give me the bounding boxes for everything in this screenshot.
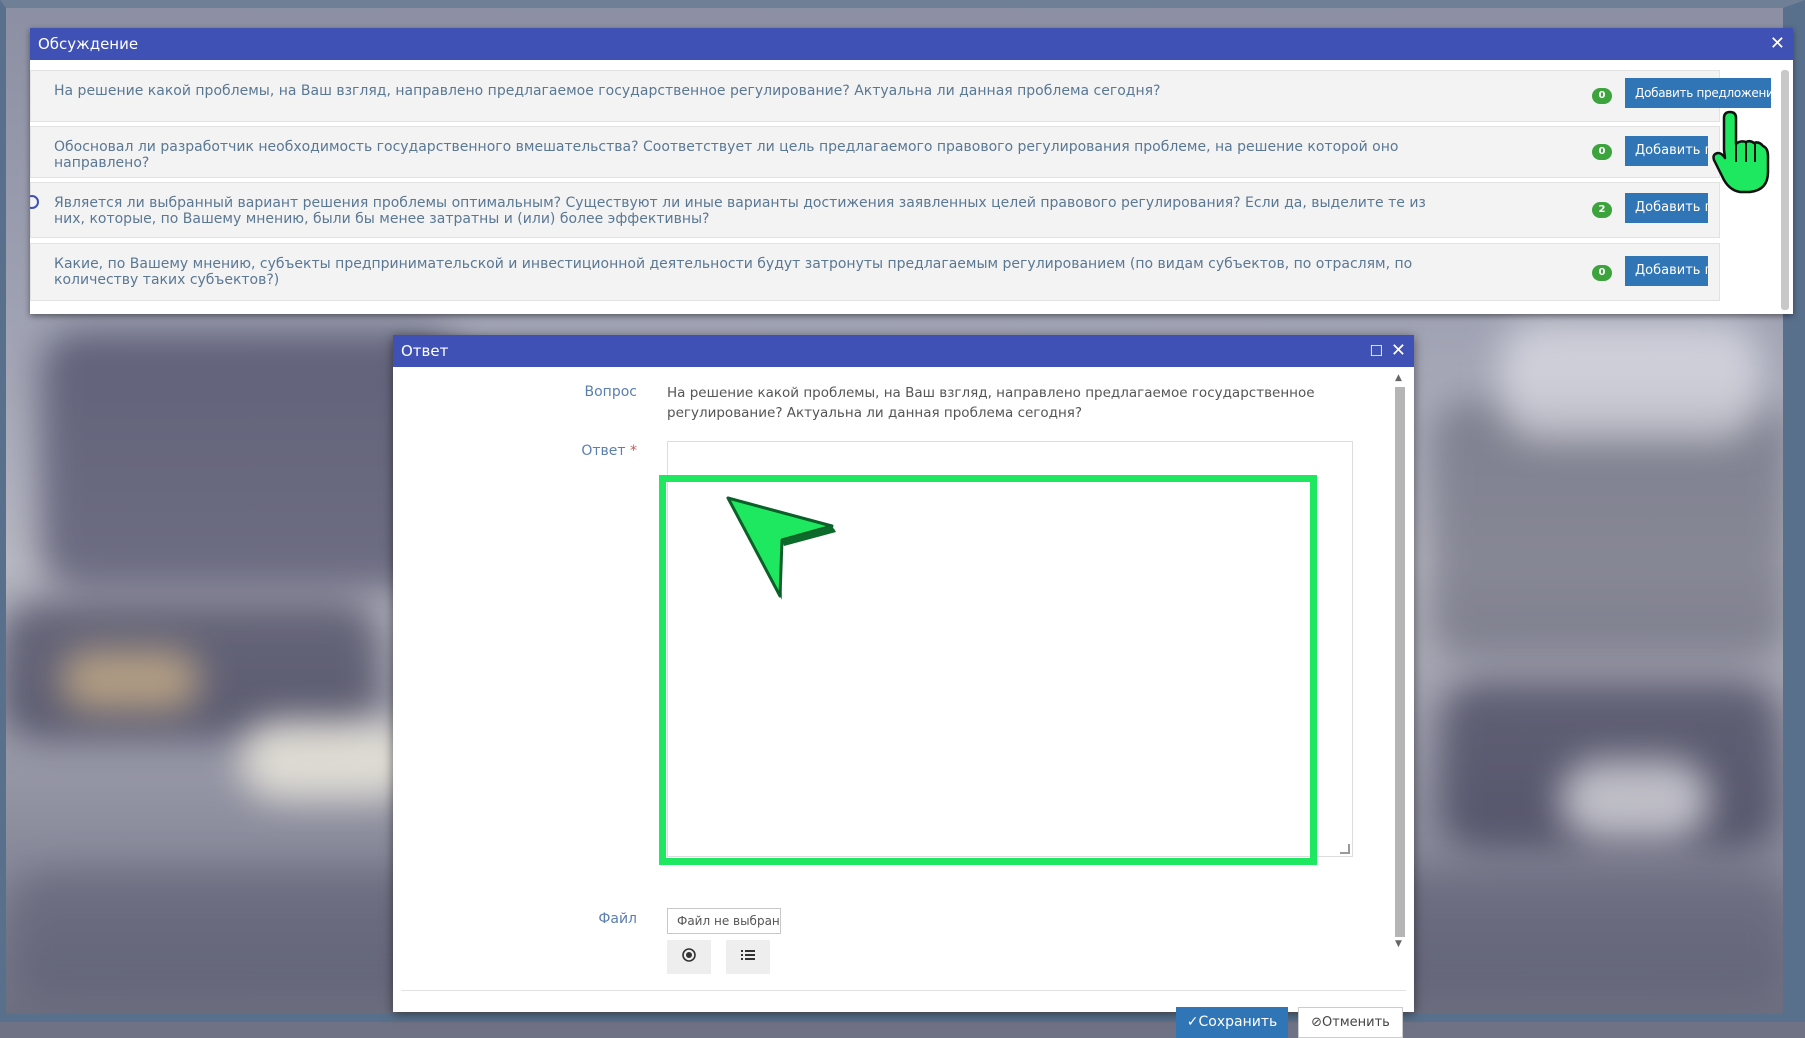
hand-pointer-icon: [1712, 110, 1770, 194]
scroll-down-icon[interactable]: ▼: [1395, 939, 1402, 949]
add-proposal-button[interactable]: Добавить пр: [1625, 256, 1708, 286]
proposal-count-badge: 0: [1592, 265, 1612, 281]
answer-titlebar: Ответ ☐ ✕: [393, 335, 1414, 367]
discussion-scrollbar[interactable]: [1781, 70, 1789, 310]
arrow-pointer-icon: [726, 496, 836, 600]
discussion-list: На решение какой проблемы, на Ваш взгляд…: [30, 60, 1793, 314]
discussion-window: Обсуждение ✕ На решение какой проблемы, …: [30, 28, 1793, 314]
file-label: Файл: [598, 911, 637, 927]
discussion-row: Является ли выбранный вариант решения пр…: [30, 182, 1720, 238]
discussion-question: Какие, по Вашему мнению, субъекты предпр…: [54, 256, 1413, 288]
discussion-question: На решение какой проблемы, на Ваш взгляд…: [54, 83, 1161, 99]
resize-handle-icon[interactable]: [1340, 844, 1350, 854]
list-icon: [740, 948, 756, 966]
discussion-title: Обсуждение: [38, 35, 139, 53]
add-proposal-button[interactable]: Добавить предложение: [1625, 78, 1771, 108]
eye-icon: [681, 947, 697, 967]
answer-title: Ответ: [401, 342, 449, 360]
answer-dialog: Ответ ☐ ✕ Вопрос На решение какой пробле…: [393, 335, 1414, 1038]
discussion-question: Является ли выбранный вариант решения пр…: [54, 195, 1426, 227]
discussion-question: Обосновал ли разработчик необходимость г…: [54, 139, 1399, 171]
question-value: На решение какой проблемы, на Ваш взгляд…: [667, 385, 1315, 421]
footer-divider: [401, 990, 1406, 991]
proposal-count-badge: 2: [1592, 202, 1612, 218]
discussion-row: На решение какой проблемы, на Ваш взгляд…: [30, 70, 1771, 122]
proposal-count-badge: 0: [1592, 88, 1612, 104]
scroll-up-icon[interactable]: ▲: [1395, 373, 1402, 383]
maximize-icon[interactable]: ☐: [1369, 343, 1382, 359]
add-proposal-button[interactable]: Добавить пр: [1625, 193, 1708, 223]
answer-scrollbar[interactable]: ▲ ▼: [1392, 371, 1406, 951]
answer-label: Ответ *: [543, 443, 637, 459]
add-proposal-button[interactable]: Добавить пр: [1625, 136, 1708, 166]
cancel-label: Отменить: [1322, 1015, 1390, 1030]
list-button[interactable]: [726, 940, 770, 974]
question-label: Вопрос: [584, 384, 637, 400]
answer-label-text: Ответ: [581, 443, 626, 459]
check-icon: ✓: [1186, 1014, 1199, 1030]
save-label: Сохранить: [1198, 1014, 1278, 1030]
check-circle-icon: [30, 195, 39, 209]
answer-form: Вопрос На решение какой проблемы, на Ваш…: [393, 367, 1414, 1038]
required-mark: *: [630, 443, 637, 459]
scrollbar-thumb[interactable]: [1395, 387, 1405, 937]
discussion-titlebar: Обсуждение ✕: [30, 28, 1793, 60]
discussion-row: Обосновал ли разработчик необходимость г…: [30, 126, 1720, 178]
close-icon[interactable]: ✕: [1770, 35, 1785, 53]
save-button[interactable]: ✓Сохранить: [1176, 1007, 1288, 1038]
cancel-button[interactable]: ⊘Отменить: [1298, 1007, 1403, 1038]
discussion-row: Какие, по Вашему мнению, субъекты предпр…: [30, 243, 1720, 301]
file-input[interactable]: Файл не выбран: [667, 908, 781, 934]
preview-button[interactable]: [667, 940, 711, 974]
block-icon: ⊘: [1311, 1015, 1323, 1030]
proposal-count-badge: 0: [1592, 144, 1612, 160]
close-icon[interactable]: ✕: [1391, 342, 1406, 360]
